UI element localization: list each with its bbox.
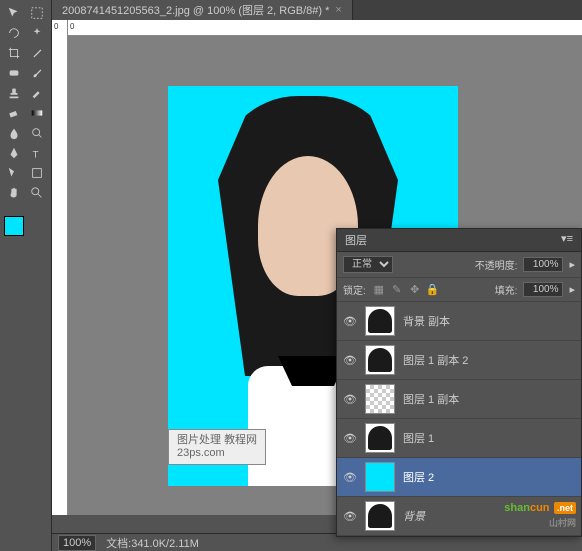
chevron-down-icon[interactable]: ▸ — [569, 283, 575, 296]
eraser-tool[interactable] — [4, 104, 24, 122]
tools-toolbar: T — [0, 0, 52, 551]
gradient-tool[interactable] — [27, 104, 47, 122]
lasso-tool[interactable] — [4, 24, 24, 42]
svg-text:T: T — [32, 149, 38, 160]
layer-thumbnail[interactable] — [365, 423, 395, 453]
ruler-horizontal: 0 — [68, 20, 582, 36]
lock-pixels-icon[interactable]: ✎ — [390, 283, 404, 297]
move-tool[interactable] — [4, 4, 24, 22]
opacity-label: 不透明度: — [475, 257, 518, 272]
layers-panel-header[interactable]: 图层 ▾≡ — [337, 229, 581, 252]
ruler-vertical: 0 — [52, 20, 68, 515]
layer-item[interactable]: 👁 背景 副本 — [337, 302, 581, 341]
layer-name[interactable]: 图层 1 副本 2 — [403, 352, 575, 368]
document-tab-title: 2008741451205563_2.jpg @ 100% (图层 2, RGB… — [62, 2, 329, 18]
zoom-level[interactable]: 100% — [58, 535, 96, 551]
layer-name[interactable]: 图层 2 — [403, 469, 575, 485]
layer-thumbnail[interactable] — [365, 501, 395, 531]
visibility-eye-icon[interactable]: 👁 — [343, 393, 357, 406]
stamp-tool[interactable] — [4, 84, 24, 102]
blur-tool[interactable] — [4, 124, 24, 142]
watermark-box: 图片处理 教程网 23ps.com — [168, 429, 266, 465]
doc-size-info: 文档:341.0K/2.11M — [106, 535, 199, 551]
layer-thumbnail[interactable] — [365, 306, 395, 336]
type-tool[interactable]: T — [27, 144, 47, 162]
lock-transparent-icon[interactable]: ▦ — [372, 283, 386, 297]
lock-all-icon[interactable]: 🔒 — [426, 283, 440, 297]
opacity-value[interactable]: 100% — [523, 257, 563, 272]
crop-tool[interactable] — [4, 44, 24, 62]
visibility-eye-icon[interactable]: 👁 — [343, 315, 357, 328]
fill-value[interactable]: 100% — [523, 282, 563, 297]
layer-item[interactable]: 👁 图层 1 副本 — [337, 380, 581, 419]
visibility-eye-icon[interactable]: 👁 — [343, 471, 357, 484]
layer-item[interactable]: 👁 图层 2 — [337, 458, 581, 497]
pen-tool[interactable] — [4, 144, 24, 162]
blend-mode-select[interactable]: 正常 — [343, 256, 393, 273]
lock-position-icon[interactable]: ✥ — [408, 283, 422, 297]
dodge-tool[interactable] — [27, 124, 47, 142]
fill-label: 填充: — [495, 282, 518, 297]
layer-name[interactable]: 图层 1 — [403, 430, 575, 446]
lock-label: 锁定: — [343, 282, 366, 297]
path-tool[interactable] — [4, 164, 24, 182]
visibility-eye-icon[interactable]: 👁 — [343, 432, 357, 445]
layer-thumbnail[interactable] — [365, 462, 395, 492]
heal-tool[interactable] — [4, 64, 24, 82]
visibility-eye-icon[interactable]: 👁 — [343, 510, 357, 523]
layer-name[interactable]: 背景 副本 — [403, 313, 575, 329]
chevron-down-icon[interactable]: ▸ — [569, 258, 575, 271]
layer-thumbnail[interactable] — [365, 384, 395, 414]
visibility-eye-icon[interactable]: 👁 — [343, 354, 357, 367]
marquee-tool[interactable] — [27, 4, 47, 22]
color-swatches[interactable] — [0, 212, 51, 240]
wand-tool[interactable] — [27, 24, 47, 42]
layer-thumbnail[interactable] — [365, 345, 395, 375]
layer-item[interactable]: 👁 图层 1 副本 2 — [337, 341, 581, 380]
eyedropper-tool[interactable] — [27, 44, 47, 62]
panel-menu-icon[interactable]: ▾≡ — [561, 232, 573, 248]
history-brush-tool[interactable] — [27, 84, 47, 102]
document-tabs: 2008741451205563_2.jpg @ 100% (图层 2, RGB… — [52, 0, 582, 20]
layers-panel-title: 图层 — [345, 232, 367, 248]
shape-tool[interactable] — [27, 164, 47, 182]
site-watermark: shancun .net 山村网 — [504, 498, 576, 529]
layer-name[interactable]: 图层 1 副本 — [403, 391, 575, 407]
zoom-tool[interactable] — [27, 184, 47, 202]
close-icon[interactable]: × — [335, 4, 341, 16]
layers-panel: 图层 ▾≡ 正常 不透明度: 100% ▸ 锁定: ▦ ✎ ✥ 🔒 填充: 10… — [336, 228, 582, 537]
brush-tool[interactable] — [27, 64, 47, 82]
document-tab[interactable]: 2008741451205563_2.jpg @ 100% (图层 2, RGB… — [52, 0, 353, 20]
hand-tool[interactable] — [4, 184, 24, 202]
layer-item[interactable]: 👁 图层 1 — [337, 419, 581, 458]
foreground-swatch[interactable] — [4, 216, 24, 236]
